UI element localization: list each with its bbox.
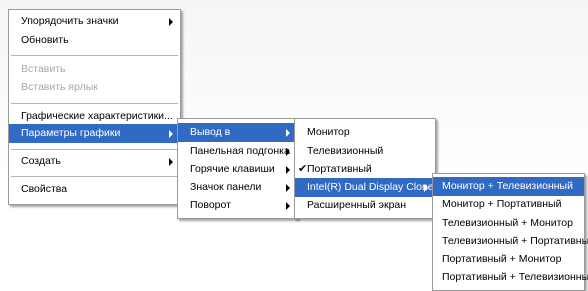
- submenu-arrow-icon: [286, 202, 290, 210]
- menu-item-label: Монитор: [307, 126, 350, 138]
- menu-item-label: Портативный + Монитор: [442, 253, 562, 265]
- submenu-arrow-icon: [169, 130, 173, 138]
- menu-item-label: Свойства: [21, 183, 68, 195]
- menu-item-label: Портативный + Телевизионный: [442, 271, 588, 283]
- graphics-options-submenu: Вывод в Панельная подгонка Горячие клави…: [177, 118, 298, 219]
- submenu-arrow-icon: [286, 184, 290, 192]
- menu-item-tray-icon[interactable]: Значок панели: [178, 178, 297, 197]
- menu-item-label: Вывод в: [190, 126, 231, 138]
- menu-item-label: Горячие клавиши: [190, 163, 275, 175]
- dual-display-clone-submenu: Монитор + Телевизионный Монитор + Портат…: [432, 173, 588, 291]
- menu-separator: [11, 103, 178, 104]
- menu-separator: [11, 149, 178, 150]
- menu-item-properties[interactable]: Свойства: [9, 180, 180, 199]
- menu-item-new[interactable]: Создать: [9, 152, 180, 171]
- submenu-arrow-icon: [286, 148, 290, 156]
- menu-item-monitor[interactable]: Монитор: [295, 123, 435, 142]
- menu-item-portable-tv[interactable]: Портативный + Телевизионный: [433, 268, 588, 287]
- menu-item-rotation[interactable]: Поворот: [178, 196, 297, 215]
- menu-item-arrange-icons[interactable]: Упорядочить значки: [9, 12, 180, 31]
- menu-item-output-to[interactable]: Вывод в: [178, 123, 297, 142]
- submenu-arrow-icon: [424, 184, 428, 192]
- menu-item-extended-desktop[interactable]: Расширенный экран: [295, 196, 435, 215]
- menu-item-label: Портативный: [307, 163, 372, 175]
- menu-item-tv-portable[interactable]: Телевизионный + Портативный: [433, 232, 588, 251]
- submenu-arrow-icon: [169, 158, 173, 166]
- menu-item-panel-fit[interactable]: Панельная подгонка: [178, 142, 297, 161]
- menu-item-label: Intel(R) Dual Display Clone: [307, 181, 434, 193]
- menu-item-portable-monitor[interactable]: Портативный + Монитор: [433, 250, 584, 269]
- menu-item-refresh[interactable]: Обновить: [9, 31, 180, 50]
- desktop-context-menu: Упорядочить значки Обновить Вставить Вст…: [8, 9, 181, 205]
- submenu-arrow-icon: [286, 166, 290, 174]
- menu-item-monitor-tv[interactable]: Монитор + Телевизионный: [433, 177, 584, 196]
- menu-item-label: Монитор + Телевизионный: [442, 180, 573, 192]
- checkmark-icon: ✔: [298, 163, 308, 175]
- menu-item-label: Монитор + Портативный: [442, 198, 562, 210]
- menu-item-paste-shortcut: Вставить ярлык: [9, 78, 180, 97]
- submenu-arrow-icon: [169, 18, 173, 26]
- menu-item-label: Панельная подгонка: [190, 145, 290, 157]
- menu-item-monitor-portable[interactable]: Монитор + Портативный: [433, 195, 584, 214]
- menu-item-hotkeys[interactable]: Горячие клавиши: [178, 160, 297, 179]
- menu-item-portable[interactable]: ✔ Портативный: [295, 160, 435, 179]
- submenu-arrow-icon: [286, 129, 290, 137]
- menu-item-dual-display-clone[interactable]: Intel(R) Dual Display Clone: [295, 178, 435, 197]
- menu-item-label: Упорядочить значки: [21, 15, 119, 27]
- menu-item-tv[interactable]: Телевизионный: [295, 142, 435, 161]
- menu-item-label: Параметры графики: [21, 127, 121, 139]
- menu-item-label: Вставить ярлык: [21, 81, 98, 93]
- menu-item-label: Телевизионный + Портативный: [442, 235, 588, 247]
- menu-item-label: Значок панели: [190, 181, 262, 193]
- menu-item-paste: Вставить: [9, 60, 180, 79]
- menu-item-graphics-options[interactable]: Параметры графики: [9, 124, 180, 143]
- menu-item-label: Расширенный экран: [307, 199, 407, 211]
- menu-item-label: Обновить: [21, 34, 69, 46]
- menu-item-label: Вставить: [21, 63, 66, 75]
- output-submenu: Монитор Телевизионный ✔ Портативный Inte…: [294, 118, 436, 219]
- menu-item-label: Поворот: [190, 199, 231, 211]
- menu-item-tv-monitor[interactable]: Телевизионный + Монитор: [433, 214, 584, 233]
- menu-item-label: Телевизионный: [307, 145, 384, 157]
- menu-separator: [11, 176, 178, 177]
- menu-item-label: Создать: [21, 155, 61, 167]
- menu-separator: [11, 55, 178, 56]
- menu-item-label: Графические характеристики...: [21, 110, 173, 122]
- menu-item-label: Телевизионный + Монитор: [442, 217, 573, 229]
